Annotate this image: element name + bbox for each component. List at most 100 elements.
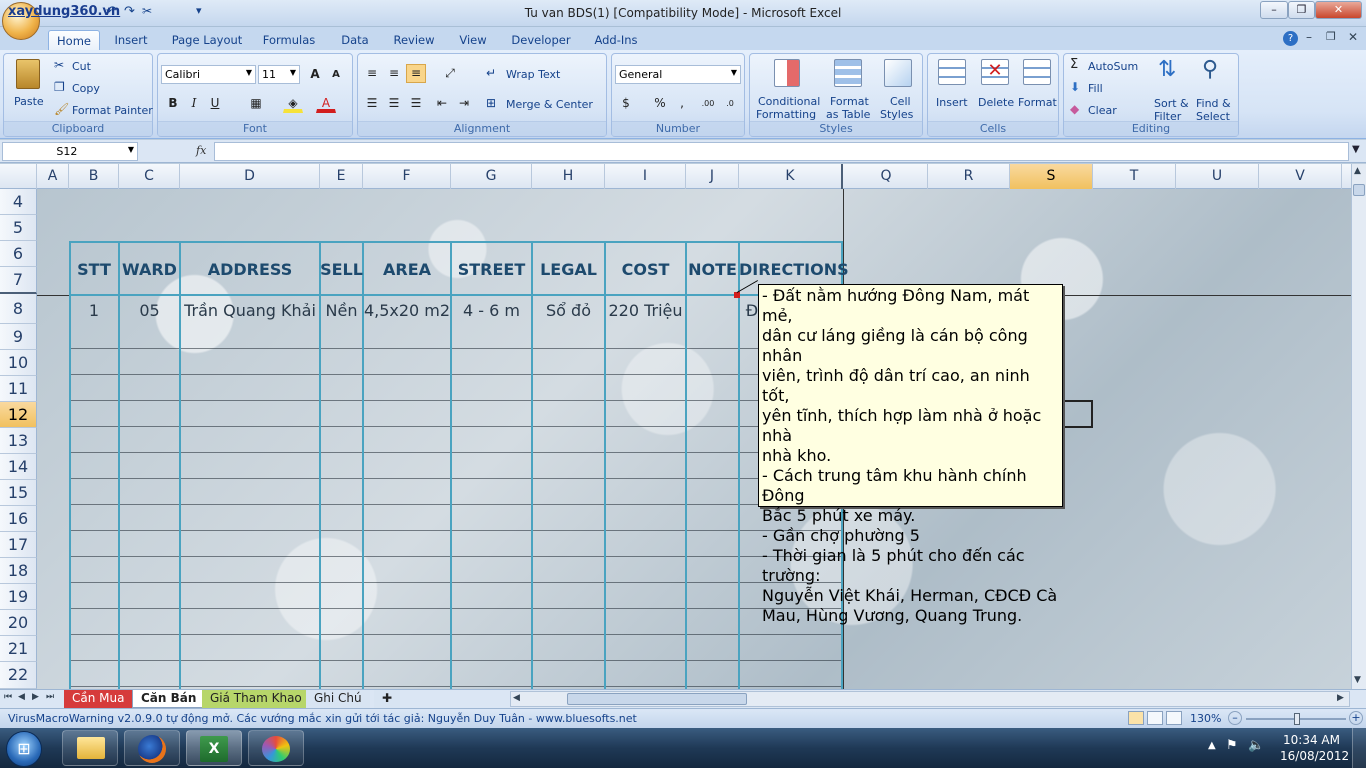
header-directions[interactable]: DIRECTIONS <box>739 260 849 279</box>
decrease-decimal-button[interactable]: .0 <box>720 94 740 113</box>
insert-cells-button[interactable]: Insert <box>932 57 972 121</box>
paint-taskbar-button[interactable] <box>248 730 304 766</box>
row-header-17[interactable]: 17 <box>0 532 37 558</box>
find-select-button[interactable]: ⚲ Find & Select <box>1194 57 1238 123</box>
cell-cost[interactable]: 220 Triệu <box>605 301 686 320</box>
comma-button[interactable]: , <box>672 94 692 113</box>
ribbon-close-icon[interactable]: ✕ <box>1348 30 1358 44</box>
row-header-16[interactable]: 16 <box>0 506 37 532</box>
cell-legal[interactable]: Sổ đỏ <box>532 301 605 320</box>
firefox-taskbar-button[interactable] <box>124 730 180 766</box>
wrap-text-button[interactable]: ↵ Wrap Text <box>486 66 596 84</box>
col-header-i[interactable]: I <box>605 164 686 189</box>
flag-icon[interactable]: ⚑ <box>1226 738 1238 753</box>
cell-comment[interactable]: - Đất nằm hướng Đông Nam, mát mẻ, dân cư… <box>758 284 1063 625</box>
tab-formulas[interactable]: Formulas <box>258 30 320 51</box>
format-as-table-button[interactable]: Format as Table <box>824 57 874 121</box>
row-header-15[interactable]: 15 <box>0 480 37 506</box>
font-size-combo[interactable]: 11 ▼ <box>258 65 300 84</box>
row-header-10[interactable]: 10 <box>0 350 37 376</box>
increase-indent-button[interactable]: ⇥ <box>454 94 474 113</box>
conditional-formatting-button[interactable]: Conditional Formatting <box>754 57 820 121</box>
font-name-combo[interactable]: Calibri ▼ <box>161 65 256 84</box>
tab-add-ins[interactable]: Add-Ins <box>587 30 645 51</box>
tab-nav-first-icon[interactable]: ⏮ <box>4 692 12 702</box>
autosum-button[interactable]: Σ AutoSum <box>1070 57 1150 76</box>
clock-date[interactable]: 16/08/2012 <box>1280 749 1349 763</box>
copy-button[interactable]: ❐ Copy <box>54 80 144 98</box>
excel-taskbar-button[interactable]: X <box>186 730 242 766</box>
header-stt[interactable]: STT <box>69 260 119 279</box>
zoom-level[interactable]: 130% <box>1190 712 1221 725</box>
start-button[interactable]: ⊞ <box>6 731 42 767</box>
tab-nav-prev-icon[interactable]: ◀ <box>18 692 25 702</box>
row-header-4[interactable]: 4 <box>0 189 37 215</box>
row-header-22[interactable]: 22 <box>0 662 37 689</box>
row-header-20[interactable]: 20 <box>0 610 37 636</box>
show-desktop-button[interactable] <box>1352 728 1366 768</box>
italic-button[interactable]: I <box>184 94 204 113</box>
header-ward[interactable]: WARD <box>119 260 180 279</box>
sort-filter-button[interactable]: ⇅ Sort & Filter <box>1152 57 1192 123</box>
header-sell[interactable]: SELL <box>320 260 363 279</box>
decrease-indent-button[interactable]: ⇤ <box>432 94 452 113</box>
currency-button[interactable]: $ <box>616 94 636 113</box>
tray-up-arrow-icon[interactable]: ▲ <box>1208 740 1216 751</box>
minimize-button[interactable]: – <box>1260 1 1288 19</box>
close-button[interactable]: ✕ <box>1315 1 1362 19</box>
sheet-tab-ghi-chu[interactable]: Ghi Chú <box>306 690 370 708</box>
formula-expand-icon[interactable]: ▼ <box>1352 144 1360 155</box>
sheet-tab-gia-tham-khao[interactable]: Giá Tham Khao <box>202 690 310 708</box>
cell-sell[interactable]: Nền <box>320 301 363 320</box>
cell-ward[interactable]: 05 <box>119 301 180 320</box>
tab-nav-last-icon[interactable]: ⏭ <box>46 692 54 702</box>
clock-time[interactable]: 10:34 AM <box>1283 733 1340 747</box>
header-cost[interactable]: COST <box>605 260 686 279</box>
col-header-r[interactable]: R <box>928 164 1010 189</box>
row-header-5[interactable]: 5 <box>0 215 37 241</box>
number-format-combo[interactable]: General ▼ <box>615 65 741 84</box>
row-header-12[interactable]: 12 <box>0 402 37 428</box>
insert-sheet-icon[interactable]: ✚ <box>374 690 401 708</box>
zoom-slider[interactable] <box>1246 713 1346 725</box>
tab-developer[interactable]: Developer <box>505 30 577 51</box>
zoom-thumb[interactable] <box>1294 713 1300 725</box>
align-top-button[interactable]: ≡ <box>362 64 382 83</box>
delete-cells-button[interactable]: ✕ Delete <box>974 57 1016 121</box>
page-layout-view-icon[interactable] <box>1147 711 1163 725</box>
format-painter-button[interactable]: 🖌 Format Painter <box>54 102 153 120</box>
clear-button[interactable]: ◆ Clear <box>1070 102 1130 120</box>
explorer-taskbar-button[interactable] <box>62 730 118 766</box>
formula-input[interactable] <box>214 142 1349 161</box>
sheet-tab-can-mua[interactable]: Cần Mua <box>64 690 133 708</box>
col-header-s[interactable]: S <box>1010 164 1093 189</box>
ribbon-minimize-icon[interactable]: – <box>1306 30 1312 44</box>
row-header-21[interactable]: 21 <box>0 636 37 662</box>
shrink-font-button[interactable]: A <box>326 65 346 84</box>
page-break-view-icon[interactable] <box>1166 711 1182 725</box>
col-header-d[interactable]: D <box>180 164 320 189</box>
align-center-button[interactable]: ☰ <box>384 94 404 113</box>
volume-icon[interactable]: 🔈 <box>1248 738 1264 753</box>
vertical-scrollbar[interactable]: ▲ ▼ <box>1351 164 1366 689</box>
header-note[interactable]: NOTE <box>686 260 739 279</box>
underline-button[interactable]: U <box>205 94 225 113</box>
header-legal[interactable]: LEGAL <box>532 260 605 279</box>
header-address[interactable]: ADDRESS <box>180 260 320 279</box>
normal-view-icon[interactable] <box>1128 711 1144 725</box>
col-header-v[interactable]: V <box>1259 164 1342 189</box>
zoom-out-icon[interactable]: – <box>1228 711 1242 725</box>
col-header-q[interactable]: Q <box>845 164 928 189</box>
cell-area[interactable]: 4,5x20 m2 <box>363 301 451 320</box>
bold-button[interactable]: B <box>163 94 183 113</box>
orientation-button[interactable]: ⤢ <box>436 64 464 83</box>
row-header-6[interactable]: 6 <box>0 241 37 267</box>
cell-stt[interactable]: 1 <box>69 301 119 320</box>
cell-address[interactable]: Trần Quang Khải <box>180 301 320 320</box>
horizontal-scrollbar[interactable]: ◀ ▶ <box>510 691 1350 707</box>
col-header-j[interactable]: J <box>686 164 739 189</box>
fill-color-button[interactable]: ◈ <box>283 94 303 113</box>
col-header-g[interactable]: G <box>451 164 532 189</box>
cell-street[interactable]: 4 - 6 m <box>451 301 532 320</box>
tab-data[interactable]: Data <box>334 30 376 51</box>
